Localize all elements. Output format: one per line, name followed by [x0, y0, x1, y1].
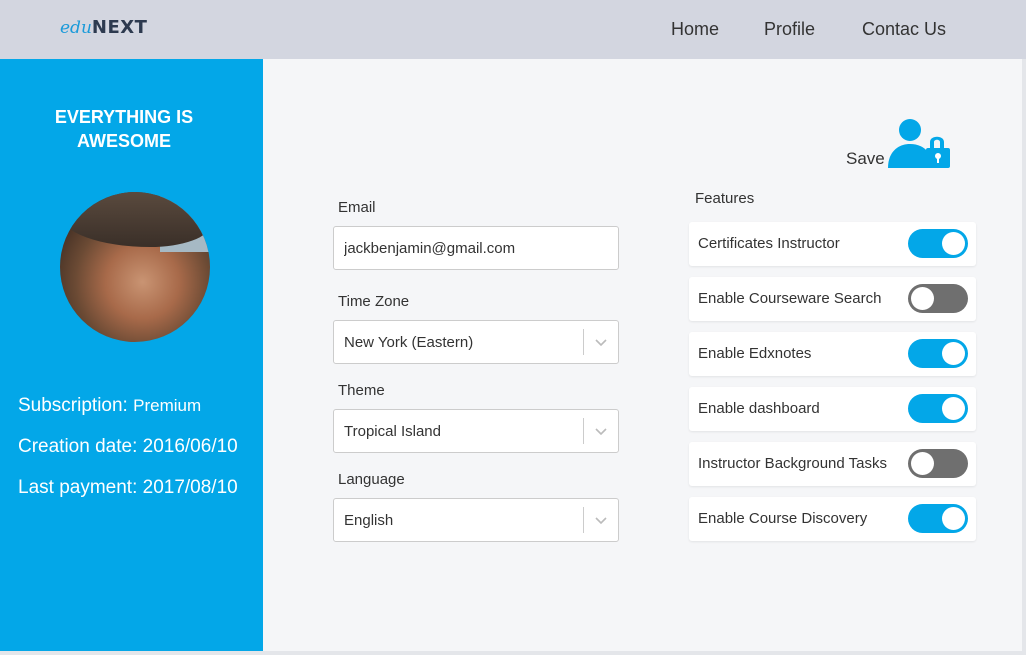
toggle-knob: [911, 287, 934, 310]
chevron-down-icon: [595, 428, 607, 436]
save-label: Save: [846, 149, 885, 168]
feature-toggle-courseware-search[interactable]: [908, 284, 968, 313]
feature-toggle-certificates-instructor[interactable]: [908, 229, 968, 258]
feature-row-certificates-instructor: Certificates Instructor: [689, 222, 976, 266]
feature-row-dashboard: Enable dashboard: [689, 387, 976, 431]
logo-prefix: edu: [60, 18, 92, 38]
last-payment-label: Last payment:: [18, 477, 138, 498]
email-field[interactable]: [333, 226, 619, 270]
email-label: Email: [338, 199, 376, 216]
subscription-value: Premium: [133, 396, 202, 415]
timezone-select[interactable]: New York (Eastern): [333, 320, 619, 364]
language-value: English: [344, 511, 394, 529]
feature-row-course-discovery: Enable Course Discovery: [689, 497, 976, 541]
toggle-knob: [942, 507, 965, 530]
user-lock-icon: [888, 119, 950, 168]
logo-suffix: NEXT: [91, 17, 148, 38]
select-separator: [583, 507, 584, 533]
creation-date-info: Creation date: 2016/06/10: [18, 436, 238, 458]
feature-toggle-instructor-background-tasks[interactable]: [908, 449, 968, 478]
feature-label: Enable Course Discovery: [698, 510, 868, 527]
page-right-border: [1022, 59, 1026, 651]
nav-home-link[interactable]: Home: [671, 19, 719, 40]
toggle-knob: [942, 232, 965, 255]
language-label: Language: [338, 471, 405, 488]
sidebar-title: EVERYTHING IS AWESOME: [0, 105, 248, 153]
select-separator: [583, 329, 584, 355]
feature-toggle-dashboard[interactable]: [908, 394, 968, 423]
feature-label: Enable Courseware Search: [698, 290, 882, 307]
features-heading: Features: [695, 190, 755, 207]
select-separator: [583, 418, 584, 444]
sidebar-title-line1: EVERYTHING IS: [54, 107, 194, 127]
theme-value: Tropical Island: [344, 422, 441, 440]
feature-label: Instructor Background Tasks: [698, 455, 887, 472]
chevron-down-icon: [595, 517, 607, 525]
feature-row-edxnotes: Enable Edxnotes: [689, 332, 976, 376]
theme-label: Theme: [338, 382, 385, 399]
page-bottom-border: [0, 651, 1026, 655]
subscription-info: Subscription: Premium: [18, 395, 201, 417]
nav-contact-link[interactable]: Contac Us: [862, 19, 946, 40]
subscription-label: Subscription:: [18, 395, 128, 416]
email-input[interactable]: [344, 227, 608, 269]
last-payment-info: Last payment: 2017/08/10: [18, 477, 238, 499]
toggle-knob: [942, 342, 965, 365]
timezone-value: New York (Eastern): [344, 333, 474, 351]
avatar: [60, 192, 210, 342]
theme-select[interactable]: Tropical Island: [333, 409, 619, 453]
toggle-knob: [911, 452, 934, 475]
feature-label: Enable Edxnotes: [698, 345, 812, 362]
creation-date-value: 2016/06/10: [142, 436, 238, 457]
feature-row-courseware-search: Enable Courseware Search: [689, 277, 976, 321]
edunext-logo[interactable]: eduNEXT: [60, 17, 147, 39]
top-navbar: eduNEXT Home Profile Contac Us: [0, 0, 1026, 59]
toggle-knob: [942, 397, 965, 420]
feature-toggle-edxnotes[interactable]: [908, 339, 968, 368]
chevron-down-icon: [595, 339, 607, 347]
feature-label: Enable dashboard: [698, 400, 820, 417]
creation-date-label: Creation date:: [18, 436, 138, 457]
last-payment-value: 2017/08/10: [142, 477, 238, 498]
avatar-hat: [60, 192, 210, 247]
timezone-label: Time Zone: [338, 293, 410, 310]
profile-sidebar: EVERYTHING IS AWESOME Subscription: Prem…: [0, 59, 263, 651]
nav-profile-link[interactable]: Profile: [764, 19, 815, 40]
feature-row-instructor-background-tasks: Instructor Background Tasks: [689, 442, 976, 486]
language-select[interactable]: English: [333, 498, 619, 542]
feature-label: Certificates Instructor: [698, 235, 840, 252]
sidebar-title-line2: AWESOME: [76, 131, 171, 151]
feature-toggle-course-discovery[interactable]: [908, 504, 968, 533]
